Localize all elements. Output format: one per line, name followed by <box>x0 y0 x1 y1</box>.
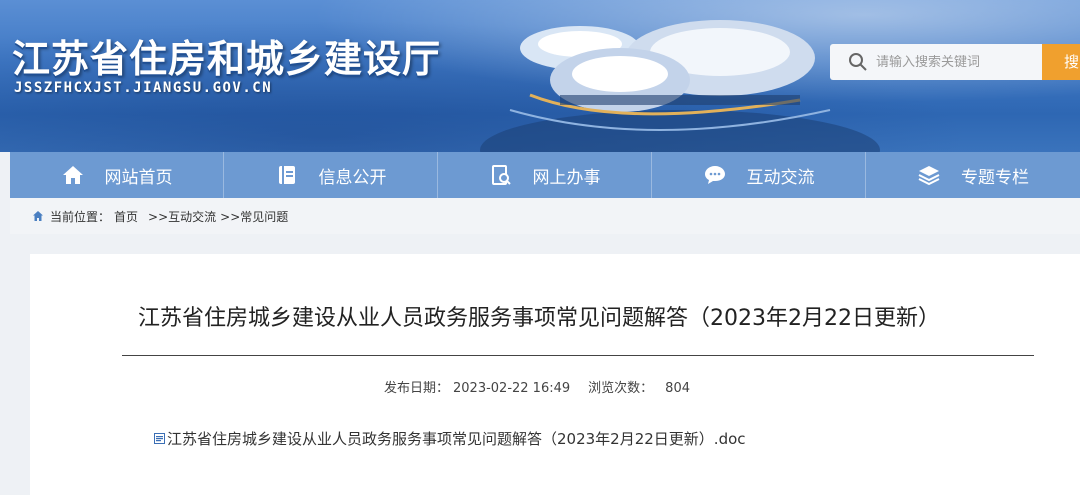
nav-item-interaction[interactable]: 互动交流 <box>652 152 866 198</box>
stadium-illustration <box>480 20 880 152</box>
main-nav: 网站首页 信息公开 网上办事 互动交流 专题专栏 <box>10 152 1080 198</box>
nav-label: 网站首页 <box>104 167 173 188</box>
breadcrumb: 当前位置： 首页 >>互动交流 >>常见问题 <box>10 198 1080 234</box>
nav-label: 信息公开 <box>318 167 387 188</box>
nav-label: 互动交流 <box>746 167 815 188</box>
nav-label: 专题专栏 <box>960 167 1029 188</box>
article-panel: 江苏省住房城乡建设从业人员政务服务事项常见问题解答（2023年2月22日更新） … <box>30 254 1080 495</box>
article-meta: 发布日期： 2023-02-22 16:49 浏览次数： 804 <box>30 377 1048 396</box>
search-button[interactable]: 搜索 <box>1042 44 1080 80</box>
breadcrumb-interaction[interactable]: >>互动交流 <box>148 208 216 225</box>
word-doc-icon <box>154 433 165 444</box>
search-icon <box>848 52 868 72</box>
search-input[interactable] <box>876 54 1036 70</box>
breadcrumb-home[interactable]: 首页 <box>114 208 138 225</box>
nav-item-info[interactable]: 信息公开 <box>224 152 438 198</box>
attachment-filename: 江苏省住房城乡建设从业人员政务服务事项常见问题解答（2023年2月22日更新）.… <box>167 430 746 448</box>
layers-icon <box>917 163 941 187</box>
nav-label: 网上办事 <box>532 167 601 188</box>
title-divider <box>122 355 1034 356</box>
attachment-link[interactable]: 江苏省住房城乡建设从业人员政务服务事项常见问题解答（2023年2月22日更新）.… <box>154 428 746 449</box>
breadcrumb-prefix: 当前位置： <box>50 209 111 224</box>
publish-label: 发布日期： <box>383 381 449 396</box>
publish-date: 2023-02-22 16:49 <box>453 381 571 396</box>
search-box[interactable] <box>830 44 1042 80</box>
header-banner: 江苏省住房和城乡建设厅 JSSZFHCXJST.JIANGSU.GOV.CN 搜… <box>0 0 1080 152</box>
location-home-icon <box>32 210 44 222</box>
document-icon <box>275 163 299 187</box>
site-domain: JSSZFHCXJST.JIANGSU.GOV.CN <box>14 80 273 96</box>
views-label: 浏览次数： <box>588 381 654 396</box>
chat-icon <box>703 163 727 187</box>
service-icon <box>489 163 513 187</box>
home-icon <box>61 163 85 187</box>
nav-item-home[interactable]: 网站首页 <box>10 152 224 198</box>
nav-item-topics[interactable]: 专题专栏 <box>866 152 1080 198</box>
breadcrumb-faq[interactable]: >>常见问题 <box>220 208 288 225</box>
nav-item-service[interactable]: 网上办事 <box>438 152 652 198</box>
page-title: 江苏省住房城乡建设从业人员政务服务事项常见问题解答（2023年2月22日更新） <box>138 306 940 331</box>
site-title: 江苏省住房和城乡建设厅 <box>12 37 442 81</box>
views-count: 804 <box>665 381 690 396</box>
